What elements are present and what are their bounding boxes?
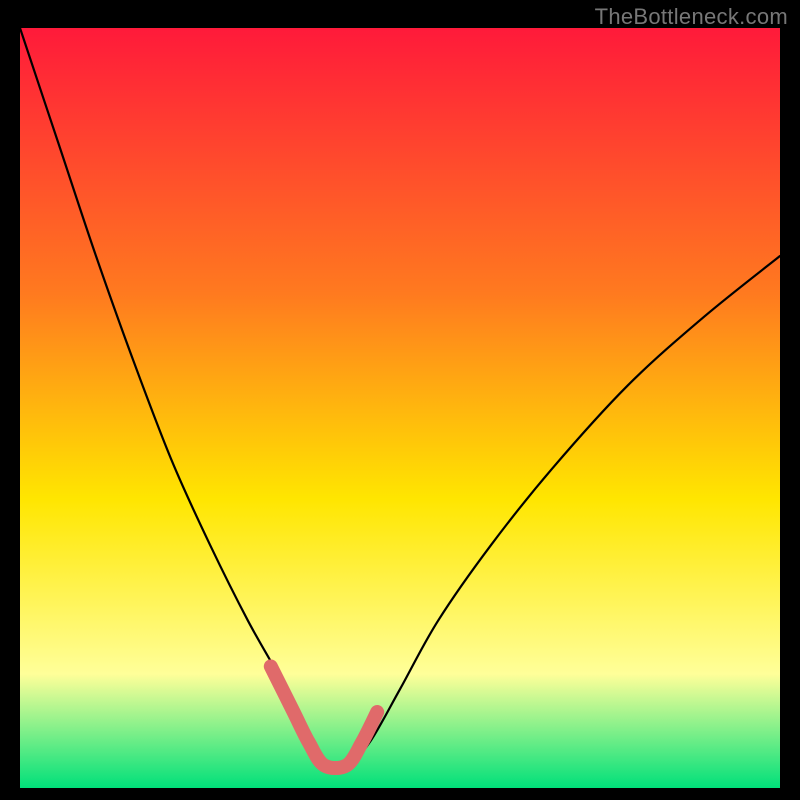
watermark-text: TheBottleneck.com	[595, 4, 788, 30]
gradient-background	[20, 28, 780, 788]
bottleneck-chart	[0, 0, 800, 800]
chart-frame: { "watermark": "TheBottleneck.com", "col…	[0, 0, 800, 800]
